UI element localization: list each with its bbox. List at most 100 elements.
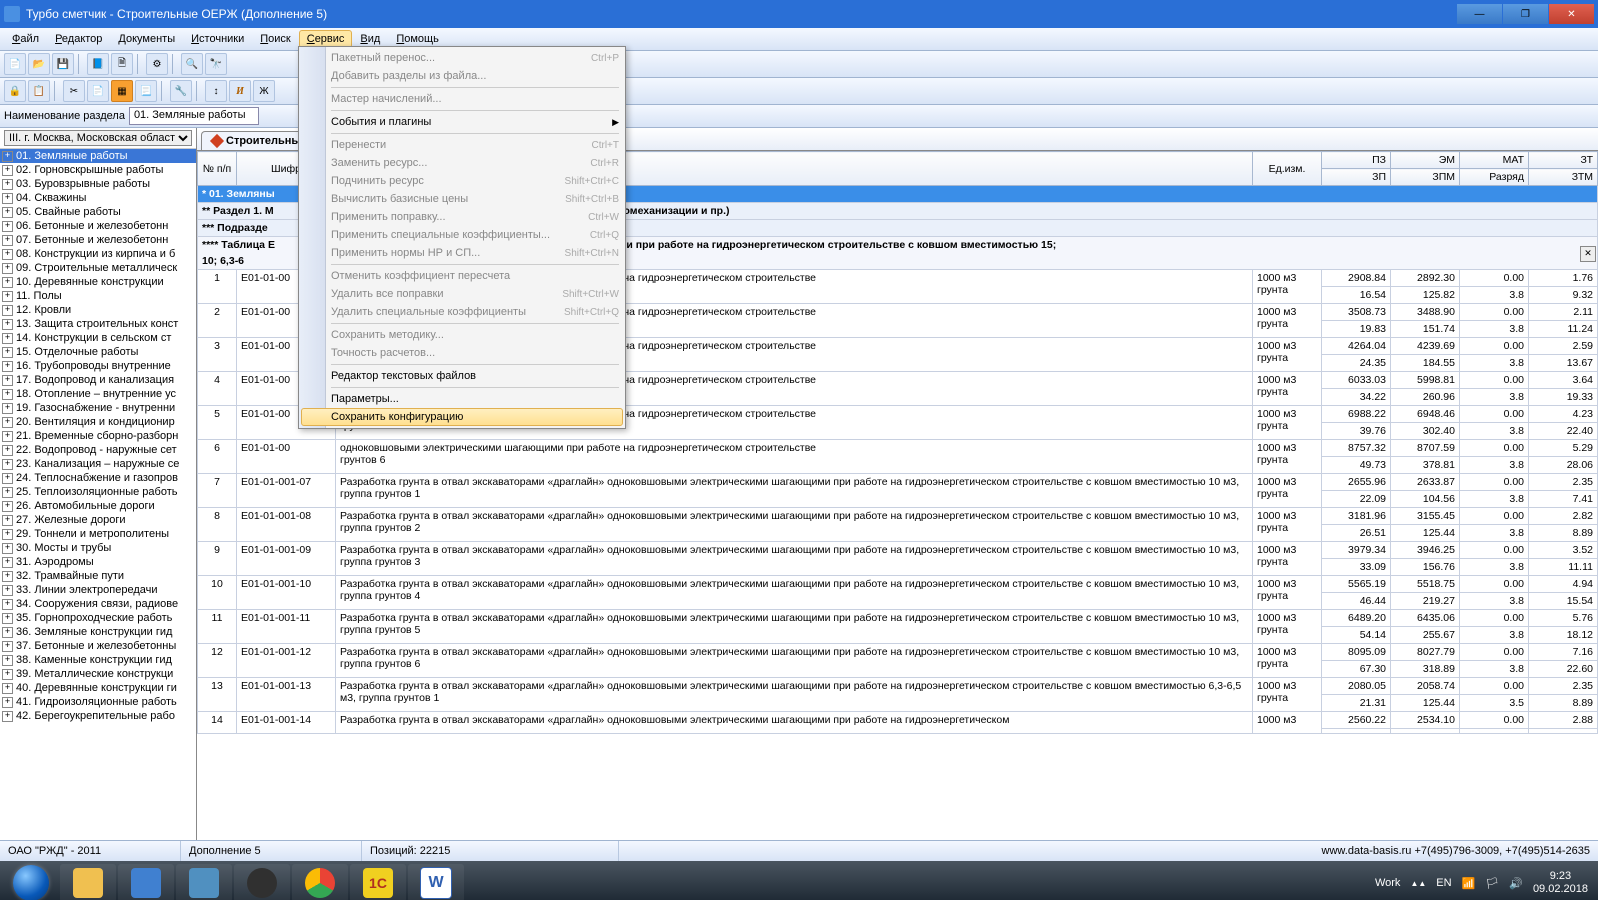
taskbar-app1[interactable] [118,864,174,900]
expand-icon[interactable]: + [2,571,13,582]
expand-icon[interactable]: + [2,669,13,680]
maximize-button[interactable]: ❐ [1503,4,1548,24]
tool-print-icon[interactable]: 🗎 [111,53,133,75]
tree-item[interactable]: +27. Железные дороги [0,513,196,527]
expand-icon[interactable]: + [2,179,13,190]
menu-документы[interactable]: Документы [110,30,183,48]
tool-highlight-icon[interactable]: ▦ [111,80,133,102]
taskbar-1c[interactable]: 1С [350,864,406,900]
table-row[interactable]: 14Е01-01-001-14Разработка грунта в отвал… [198,712,1598,729]
expand-icon[interactable]: + [2,305,13,316]
tree-item[interactable]: +33. Линии электропередачи [0,583,196,597]
tree-item[interactable]: +13. Защита строительных конст [0,317,196,331]
tree-item[interactable]: +09. Строительные металлическ [0,261,196,275]
expand-icon[interactable]: + [2,501,13,512]
tray-clock[interactable]: 9:23 09.02.2018 [1533,870,1588,896]
tool-bold-icon[interactable]: Ж [253,80,275,102]
tree-item[interactable]: +19. Газоснабжение - внутренни [0,401,196,415]
taskbar-app2[interactable] [176,864,232,900]
tray-flag-icon[interactable]: 🏳 [1485,877,1499,890]
menu-поиск[interactable]: Поиск [252,30,298,48]
expand-icon[interactable]: + [2,459,13,470]
tree-item[interactable]: +20. Вентиляция и кондиционир [0,415,196,429]
expand-icon[interactable]: + [2,151,13,162]
table-row[interactable]: 8Е01-01-001-08Разработка грунта в отвал … [198,508,1598,525]
tree-item[interactable]: +34. Сооружения связи, радиове [0,597,196,611]
expand-icon[interactable]: + [2,263,13,274]
taskbar-chrome[interactable] [292,864,348,900]
tree-item[interactable]: +08. Конструкции из кирпича и б [0,247,196,261]
menu-item[interactable]: Сохранить конфигурацию [301,408,623,426]
tree-item[interactable]: +14. Конструкции в сельском ст [0,331,196,345]
tool-italic-icon[interactable]: И [229,80,251,102]
tool-gear-icon[interactable]: ⚙ [146,53,168,75]
start-button[interactable] [4,863,58,900]
tool-paste-icon[interactable]: 📄 [87,80,109,102]
expand-icon[interactable]: + [2,515,13,526]
tree-item[interactable]: +41. Гидроизоляционные работь [0,695,196,709]
expand-icon[interactable]: + [2,627,13,638]
expand-icon[interactable]: + [2,207,13,218]
expand-icon[interactable]: + [2,473,13,484]
table-row[interactable]: 12Е01-01-001-12Разработка грунта в отвал… [198,644,1598,661]
expand-icon[interactable]: + [2,375,13,386]
menu-item[interactable]: Редактор текстовых файлов [301,367,623,385]
table-row[interactable]: 13Е01-01-001-13Разработка грунта в отвал… [198,678,1598,695]
tool-lock-icon[interactable]: 🔒 [4,80,26,102]
expand-icon[interactable]: + [2,417,13,428]
taskbar-app3[interactable] [234,864,290,900]
expand-icon[interactable]: + [2,277,13,288]
expand-icon[interactable]: + [2,557,13,568]
tree-item[interactable]: +01. Земляные работы [0,149,196,163]
taskbar-explorer[interactable] [60,864,116,900]
tree-item[interactable]: +03. Буровзрывные работы [0,177,196,191]
tree-item[interactable]: +12. Кровли [0,303,196,317]
tree-item[interactable]: +35. Горнопроходческие работь [0,611,196,625]
tool-new-icon[interactable]: 📄 [4,53,26,75]
expand-icon[interactable]: + [2,445,13,456]
sidebar-close-icon[interactable]: ✕ [1580,246,1596,262]
minimize-button[interactable]: — [1457,4,1502,24]
taskbar-word[interactable]: W [408,864,464,900]
tree-item[interactable]: +10. Деревянные конструкции [0,275,196,289]
tool-copy-icon[interactable]: 📋 [28,80,50,102]
tree-item[interactable]: +17. Водопровод и канализация [0,373,196,387]
table-row[interactable]: 7Е01-01-001-07Разработка грунта в отвал … [198,474,1598,491]
expand-icon[interactable]: + [2,599,13,610]
tree-item[interactable]: +16. Трубопроводы внутренние [0,359,196,373]
tree-item[interactable]: +36. Земляные конструкции гид [0,625,196,639]
expand-icon[interactable]: + [2,683,13,694]
tree-item[interactable]: +21. Временные сборно-разборн [0,429,196,443]
tree-item[interactable]: +30. Мосты и трубы [0,541,196,555]
tree-item[interactable]: +22. Водопровод - наружные сет [0,443,196,457]
tree-item[interactable]: +38. Каменные конструкции гид [0,653,196,667]
tree-item[interactable]: +32. Трамвайные пути [0,569,196,583]
close-button[interactable]: ✕ [1549,4,1594,24]
table-row[interactable]: 6Е01-01-00одноковшовыми электрическими ш… [198,440,1598,457]
expand-icon[interactable]: + [2,235,13,246]
expand-icon[interactable]: + [2,487,13,498]
menu-файл[interactable]: Файл [4,30,47,48]
tree-item[interactable]: +23. Канализация – наружные се [0,457,196,471]
tool-arrows-icon[interactable]: ↕ [205,80,227,102]
expand-icon[interactable]: + [2,193,13,204]
expand-icon[interactable]: + [2,655,13,666]
tray-volume-icon[interactable]: 🔊 [1509,877,1523,890]
tool-open-icon[interactable]: 📂 [28,53,50,75]
tree-item[interactable]: +05. Свайные работы [0,205,196,219]
tree-item[interactable]: +11. Полы [0,289,196,303]
tree-item[interactable]: +18. Отопление – внутренние ус [0,387,196,401]
tool-cut-icon[interactable]: ✂ [63,80,85,102]
expand-icon[interactable]: + [2,431,13,442]
menu-редактор[interactable]: Редактор [47,30,110,48]
tray-chevron-icon[interactable]: ▲▲ [1410,879,1426,888]
tree-item[interactable]: +07. Бетонные и железобетонн [0,233,196,247]
tray-network-icon[interactable]: 📶 [1462,877,1476,890]
tree-item[interactable]: +06. Бетонные и железобетонн [0,219,196,233]
tree-item[interactable]: +29. Тоннели и метрополитены [0,527,196,541]
expand-icon[interactable]: + [2,389,13,400]
table-row[interactable]: 10Е01-01-001-10Разработка грунта в отвал… [198,576,1598,593]
expand-icon[interactable]: + [2,585,13,596]
tree-item[interactable]: +40. Деревянные конструкции ги [0,681,196,695]
expand-icon[interactable]: + [2,403,13,414]
